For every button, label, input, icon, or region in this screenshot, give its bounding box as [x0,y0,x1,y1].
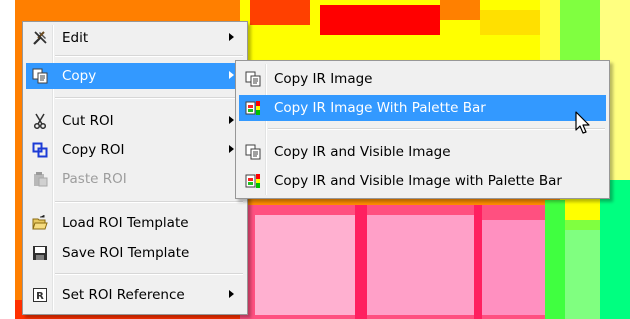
submenu-arrow-icon [229,145,234,153]
menu-item-label: Edit [62,30,89,46]
mouse-pointer-icon [575,111,590,134]
menu-item-label: Set ROI Reference [62,287,185,303]
menu-item-label: Paste ROI [62,171,127,187]
submenu-item-label: Copy IR Image With Palette Bar [274,100,486,116]
screenshot: Edit Copy Cut ROI Copy ROI Paste ROI Loa… [0,0,630,319]
menu-item-load-roi-template[interactable]: Load ROI Template [26,210,244,236]
menu-separator [268,128,605,130]
menu-separator [55,55,243,57]
menu-item-label: Copy ROI [62,142,125,158]
context-menu: Edit Copy Cut ROI Copy ROI Paste ROI Loa… [22,21,248,315]
menu-item-copy[interactable]: Copy [26,63,244,89]
submenu-item-label: Copy IR and Visible Image with Palette B… [274,173,562,189]
submenu-item-label: Copy IR Image [274,71,373,87]
tools-icon [33,31,47,45]
copy-icon [32,68,48,84]
menu-separator [55,273,243,275]
save-icon [33,246,47,260]
menu-separator [55,201,243,203]
menu-item-paste-roi[interactable]: Paste ROI [26,166,244,192]
submenu-arrow-icon [229,290,234,298]
submenu-item-copy-ir-image-with-palette-bar[interactable]: Copy IR Image With Palette Bar [239,95,606,121]
menu-item-cut-roi[interactable]: Cut ROI [26,108,244,134]
submenu-item-label: Copy IR and Visible Image [274,144,451,160]
submenu-arrow-icon [229,33,234,41]
menu-item-label: Cut ROI [62,113,114,129]
submenu-arrow-icon [229,71,234,79]
copy-submenu: Copy IR Image Copy IR Image With Palette… [235,60,610,199]
menu-item-label: Save ROI Template [62,245,190,261]
menu-item-save-roi-template[interactable]: Save ROI Template [26,240,244,266]
submenu-item-copy-ir-and-visible-image[interactable]: Copy IR and Visible Image [239,139,606,165]
scissors-icon [33,113,47,129]
paste-icon [34,172,48,187]
menu-item-set-roi-reference[interactable]: R Set ROI Reference [26,282,244,308]
copy-icon [245,71,261,87]
menu-item-edit[interactable]: Edit [26,25,244,51]
menu-item-copy-roi[interactable]: Copy ROI [26,137,244,163]
copy-roi-icon [32,142,48,158]
menu-item-label: Load ROI Template [62,215,189,231]
submenu-arrow-icon [229,116,234,124]
menu-item-label: Copy [62,68,97,84]
svg-text:R: R [36,291,44,302]
reference-icon: R [33,288,47,302]
submenu-item-copy-ir-and-visible-image-with-palette-bar[interactable]: Copy IR and Visible Image with Palette B… [239,168,606,194]
palette-bar-icon [245,101,260,115]
palette-bar-icon [245,174,260,188]
open-folder-icon [32,215,48,230]
menu-separator [55,97,243,99]
submenu-item-copy-ir-image[interactable]: Copy IR Image [239,66,606,92]
copy-icon [245,144,261,160]
